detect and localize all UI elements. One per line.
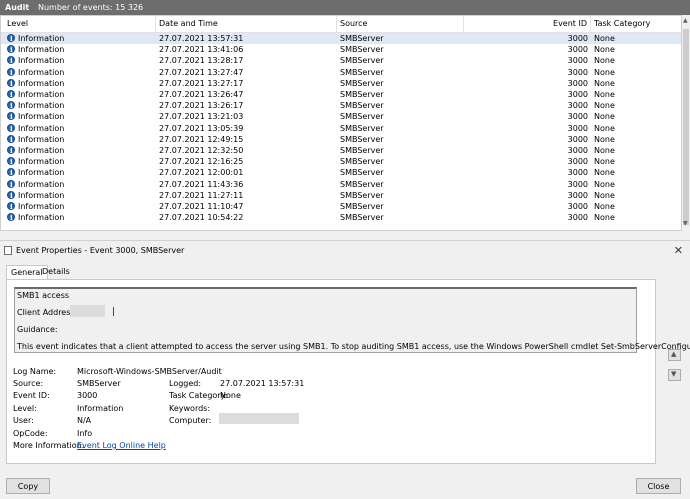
logged-label: Logged: xyxy=(169,379,202,388)
text-caret xyxy=(113,307,114,316)
vertical-scroll-thumb[interactable] xyxy=(683,29,689,225)
log-name-value: Microsoft-Windows-SMBServer/Audit xyxy=(77,367,222,376)
computer-label: Computer: xyxy=(169,416,212,425)
source-value: SMBServer xyxy=(77,379,121,388)
table-row[interactable]: Information27.07.2021 10:54:22SMBServer3… xyxy=(1,212,681,223)
arrow-up-icon: ▲ xyxy=(671,350,677,358)
task-category-label: Task Category: xyxy=(169,391,228,400)
close-button[interactable]: Close xyxy=(636,478,681,494)
col-date[interactable]: Date and Time xyxy=(156,16,337,32)
table-row[interactable]: Information27.07.2021 13:21:03SMBServer3… xyxy=(1,111,681,122)
col-eventid[interactable]: Event ID xyxy=(464,16,591,32)
information-icon xyxy=(7,111,15,122)
desc-guidance: Guidance: xyxy=(17,325,58,334)
col-task[interactable]: Task Category xyxy=(591,16,681,32)
event-log-online-help-link[interactable]: Event Log Online Help xyxy=(77,441,166,450)
col-source[interactable]: Source xyxy=(337,16,464,32)
level-value: Information xyxy=(77,404,124,413)
desc-title: SMB1 access xyxy=(17,291,70,300)
event-description[interactable]: SMB1 access Client Address: Guidance: Th… xyxy=(14,287,690,353)
table-row[interactable]: Information27.07.2021 13:05:39SMBServer3… xyxy=(1,123,681,134)
close-icon[interactable]: ✕ xyxy=(674,244,683,257)
table-row[interactable]: Information27.07.2021 13:28:17SMBServer3… xyxy=(1,55,681,66)
information-icon xyxy=(7,190,15,201)
table-row[interactable]: Information27.07.2021 12:16:25SMBServer3… xyxy=(1,156,681,167)
more-info-label: More Information: xyxy=(13,441,85,450)
event-count: Number of events: 15 326 xyxy=(38,3,144,12)
information-icon xyxy=(7,78,15,89)
log-name-label: Log Name: xyxy=(13,367,57,376)
information-icon xyxy=(7,201,15,212)
level-label: Level: xyxy=(13,404,37,413)
next-event-button[interactable]: ▼ xyxy=(668,369,681,381)
scroll-up-icon[interactable]: ▲ xyxy=(683,17,688,24)
table-row[interactable]: Information27.07.2021 11:10:47SMBServer3… xyxy=(1,201,681,212)
information-icon xyxy=(7,134,15,145)
table-row[interactable]: Information27.07.2021 11:43:36SMBServer3… xyxy=(1,179,681,190)
user-label: User: xyxy=(13,416,34,425)
table-row[interactable]: Information27.07.2021 12:00:01SMBServer3… xyxy=(1,167,681,178)
information-icon xyxy=(7,167,15,178)
opcode-value: Info xyxy=(77,429,93,438)
scroll-down-icon[interactable]: ▼ xyxy=(683,220,688,227)
table-row[interactable]: Information27.07.2021 13:26:17SMBServer3… xyxy=(1,100,681,111)
source-label: Source: xyxy=(13,379,44,388)
information-icon xyxy=(7,100,15,111)
table-row[interactable]: Information27.07.2021 12:32:50SMBServer3… xyxy=(1,145,681,156)
information-icon xyxy=(7,156,15,167)
table-row[interactable]: Information27.07.2021 11:27:11SMBServer3… xyxy=(1,190,681,201)
column-headers: Level Date and Time Source Event ID Task… xyxy=(1,16,681,33)
table-row[interactable]: Information27.07.2021 13:26:47SMBServer3… xyxy=(1,89,681,100)
desc-body: This event indicates that a client attem… xyxy=(17,342,690,351)
col-level[interactable]: Level xyxy=(1,16,156,32)
information-icon xyxy=(7,67,15,78)
copy-button[interactable]: Copy xyxy=(6,478,50,494)
table-row[interactable]: Information27.07.2021 13:27:17SMBServer3… xyxy=(1,78,681,89)
events-grid[interactable]: Level Date and Time Source Event ID Task… xyxy=(0,15,682,231)
logged-value: 27.07.2021 13:57:31 xyxy=(220,379,305,388)
log-title: Audit xyxy=(5,3,30,12)
information-icon xyxy=(7,89,15,100)
desc-client-address: Client Address: xyxy=(17,308,78,317)
user-value: N/A xyxy=(77,416,92,425)
previous-event-button[interactable]: ▲ xyxy=(668,349,681,361)
information-icon xyxy=(7,145,15,156)
information-icon xyxy=(7,123,15,134)
opcode-label: OpCode: xyxy=(13,429,48,438)
dialog-title: Event Properties - Event 3000, SMBServer xyxy=(16,246,185,255)
table-row[interactable]: Information27.07.2021 13:27:47SMBServer3… xyxy=(1,67,681,78)
event-properties-icon xyxy=(4,246,12,255)
information-icon xyxy=(7,55,15,66)
log-header: Audit Number of events: 15 326 xyxy=(0,0,690,15)
event-id-value: 3000 xyxy=(77,391,98,400)
redacted-computer-name xyxy=(219,413,299,424)
event-properties-dialog: Event Properties - Event 3000, SMBServer… xyxy=(0,240,690,499)
information-icon xyxy=(7,44,15,55)
tab-details[interactable]: Details xyxy=(38,265,74,279)
table-row[interactable]: Information27.07.2021 12:49:15SMBServer3… xyxy=(1,134,681,145)
information-icon xyxy=(7,179,15,190)
general-panel: SMB1 access Client Address: Guidance: Th… xyxy=(6,279,690,464)
keywords-label: Keywords: xyxy=(169,404,211,413)
information-icon xyxy=(7,33,15,44)
table-row[interactable]: Information27.07.2021 13:57:31SMBServer3… xyxy=(1,33,681,44)
table-row[interactable]: Information27.07.2021 13:41:06SMBServer3… xyxy=(1,44,681,55)
vertical-scrollbar[interactable]: ▲ ▼ xyxy=(682,15,690,231)
event-id-label: Event ID: xyxy=(13,391,50,400)
information-icon xyxy=(7,212,15,223)
arrow-down-icon: ▼ xyxy=(671,370,677,378)
task-category-value: None xyxy=(220,391,241,400)
redacted-client-address xyxy=(70,305,105,317)
